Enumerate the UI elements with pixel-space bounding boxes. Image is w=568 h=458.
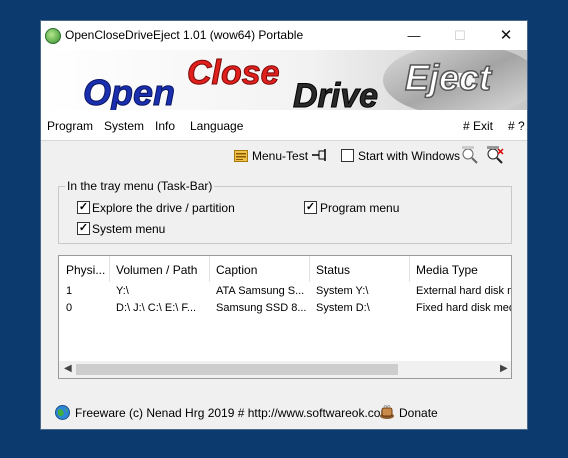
window-title: OpenCloseDriveEject 1.01 (wow64) Portabl… bbox=[65, 28, 304, 42]
drive-list-table[interactable]: Physi... Volumen / Path Caption Status M… bbox=[58, 255, 512, 379]
horizontal-scrollbar[interactable]: ◀ ▶ bbox=[59, 361, 511, 378]
scrollbar-thumb[interactable] bbox=[76, 364, 398, 375]
explore-drive-checkbox[interactable]: ✓ bbox=[77, 201, 90, 214]
cell-volume: Y:\ bbox=[116, 285, 129, 297]
column-header-media-type[interactable]: Media Type bbox=[416, 263, 511, 277]
menu-test-button[interactable]: Menu-Test bbox=[252, 149, 308, 163]
column-divider[interactable] bbox=[309, 256, 310, 282]
scroll-left-arrow[interactable]: ◀ bbox=[64, 363, 72, 374]
cell-status: System D:\ bbox=[316, 302, 370, 314]
freeware-link[interactable]: Freeware (c) Nenad Hrg 2019 # http://www… bbox=[75, 406, 390, 420]
minimize-button[interactable]: — bbox=[391, 21, 437, 50]
app-banner-logo: Open Close Drive Eject bbox=[41, 50, 527, 110]
tray-menu-group: In the tray menu (Task-Bar) ✓ Explore th… bbox=[58, 179, 512, 244]
column-header-status[interactable]: Status bbox=[316, 263, 406, 277]
menu-bar: Program System Info Language # Exit # ? bbox=[41, 110, 527, 141]
column-header-volume[interactable]: Volumen / Path bbox=[116, 263, 206, 277]
close-button[interactable]: ✕ bbox=[483, 21, 529, 50]
globe-icon bbox=[55, 405, 70, 423]
banner-word-close: Close bbox=[187, 54, 280, 92]
title-bar[interactable]: OpenCloseDriveEject 1.01 (wow64) Portabl… bbox=[41, 21, 527, 50]
footer: Freeware (c) Nenad Hrg 2019 # http://www… bbox=[41, 397, 527, 427]
cell-caption: ATA Samsung S... bbox=[216, 285, 305, 297]
explore-drive-label[interactable]: Explore the drive / partition bbox=[92, 201, 235, 215]
banner-word-drive: Drive bbox=[293, 77, 378, 110]
zoom-out-icon[interactable] bbox=[486, 146, 504, 167]
start-with-windows-label[interactable]: Start with Windows bbox=[358, 149, 460, 163]
cell-media-type: Fixed hard disk medi bbox=[416, 302, 512, 314]
menu-program[interactable]: Program bbox=[47, 119, 93, 133]
cell-physical: 1 bbox=[66, 285, 73, 297]
cell-caption: Samsung SSD 8... bbox=[216, 302, 306, 314]
program-menu-label[interactable]: Program menu bbox=[320, 201, 399, 215]
donate-link[interactable]: Donate bbox=[399, 406, 438, 420]
start-with-windows-checkbox[interactable] bbox=[341, 149, 354, 162]
program-menu-checkbox[interactable]: ✓ bbox=[304, 201, 317, 214]
banner-word-open: Open bbox=[83, 72, 175, 110]
banner-word-eject: Eject bbox=[405, 57, 493, 98]
cell-media-type: External hard disk m bbox=[416, 285, 512, 297]
cell-status: System Y:\ bbox=[316, 285, 369, 297]
pin-icon[interactable] bbox=[312, 148, 330, 165]
column-header-caption[interactable]: Caption bbox=[216, 263, 306, 277]
menu-system[interactable]: System bbox=[104, 119, 144, 133]
donate-icon[interactable] bbox=[379, 404, 396, 423]
app-window: OpenCloseDriveEject 1.01 (wow64) Portabl… bbox=[40, 20, 528, 430]
scroll-right-arrow[interactable]: ▶ bbox=[500, 363, 508, 374]
menu-help[interactable]: # ? bbox=[508, 119, 525, 133]
column-divider[interactable] bbox=[109, 256, 110, 282]
system-menu-checkbox[interactable]: ✓ bbox=[77, 222, 90, 235]
toolbar: Menu-Test Start with Windows bbox=[41, 141, 527, 171]
zoom-in-icon[interactable] bbox=[461, 146, 479, 167]
banner-logo-graphic: Open Close Drive Eject bbox=[41, 50, 527, 110]
menu-test-icon bbox=[234, 148, 248, 165]
system-menu-label[interactable]: System menu bbox=[92, 222, 165, 236]
column-divider[interactable] bbox=[409, 256, 410, 282]
column-header-physical[interactable]: Physi... bbox=[66, 263, 106, 277]
cell-volume: D:\ J:\ C:\ E:\ F... bbox=[116, 302, 197, 314]
menu-language[interactable]: Language bbox=[190, 119, 243, 133]
tray-menu-group-title: In the tray menu (Task-Bar) bbox=[65, 179, 215, 193]
column-divider[interactable] bbox=[209, 256, 210, 282]
cell-physical: 0 bbox=[66, 302, 73, 314]
maximize-button[interactable]: ☐ bbox=[437, 21, 483, 50]
menu-exit[interactable]: # Exit bbox=[463, 119, 493, 133]
menu-info[interactable]: Info bbox=[155, 119, 175, 133]
app-icon bbox=[45, 28, 61, 44]
